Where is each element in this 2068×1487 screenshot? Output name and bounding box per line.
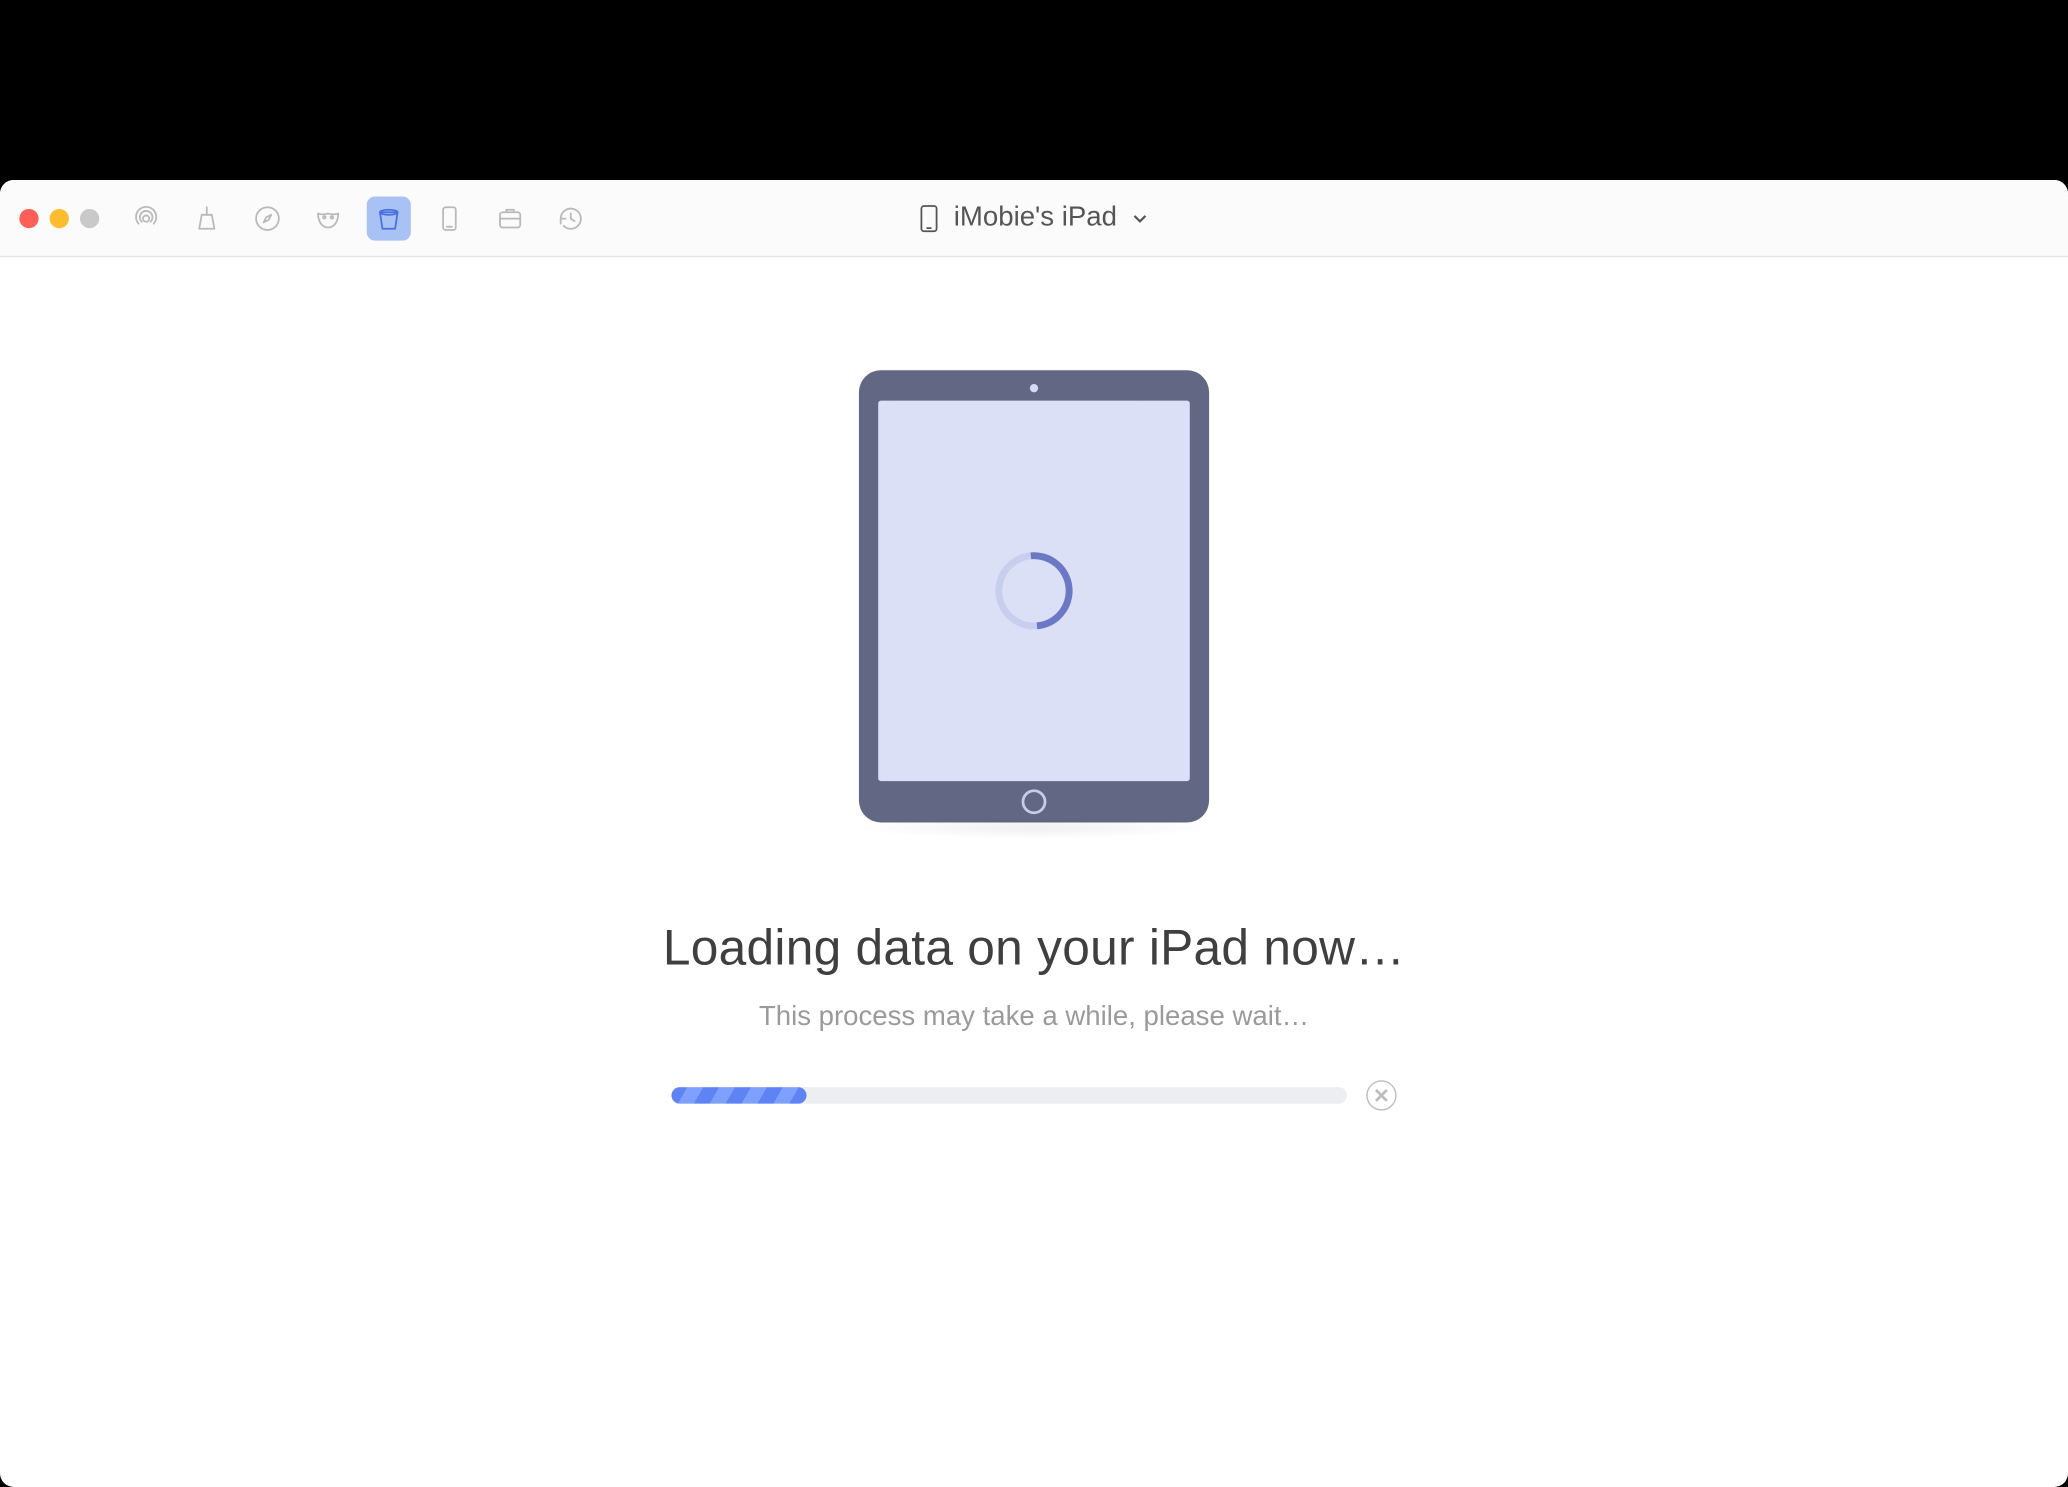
archive-icon[interactable] [488, 196, 532, 240]
history-icon[interactable] [549, 196, 593, 240]
progress-bar [671, 1087, 1347, 1104]
close-icon [1375, 1089, 1389, 1103]
device-name-label: iMobie's iPad [954, 202, 1117, 234]
app-window: iMobie's iPad Loading data on your iPad … [0, 180, 2068, 1487]
progress-fill [671, 1087, 806, 1104]
toolbar [124, 196, 593, 240]
safari-icon[interactable] [245, 196, 289, 240]
window-controls [19, 208, 99, 227]
mask-icon[interactable] [306, 196, 350, 240]
minimize-window-button[interactable] [50, 208, 69, 227]
cancel-button[interactable] [1366, 1080, 1396, 1110]
loading-subline: This process may take a while, please wa… [759, 1002, 1309, 1034]
titlebar: iMobie's iPad [0, 180, 2068, 257]
zoom-window-button[interactable] [80, 208, 99, 227]
phone-icon[interactable] [427, 196, 471, 240]
scale-frame: iMobie's iPad Loading data on your iPad … [0, 180, 2068, 1487]
progress-row [671, 1080, 1396, 1110]
main-content: Loading data on your iPad now… This proc… [0, 257, 2068, 1487]
airdrop-icon[interactable] [124, 196, 168, 240]
device-icon [918, 203, 940, 233]
chevron-down-icon [1131, 208, 1150, 227]
bucket-icon[interactable] [367, 196, 411, 240]
loading-headline: Loading data on your iPad now… [663, 919, 1405, 977]
clean-icon[interactable] [185, 196, 229, 240]
close-window-button[interactable] [19, 208, 38, 227]
spinner-icon [980, 536, 1089, 645]
device-selector[interactable]: iMobie's iPad [918, 202, 1150, 234]
ipad-illustration [859, 370, 1209, 822]
